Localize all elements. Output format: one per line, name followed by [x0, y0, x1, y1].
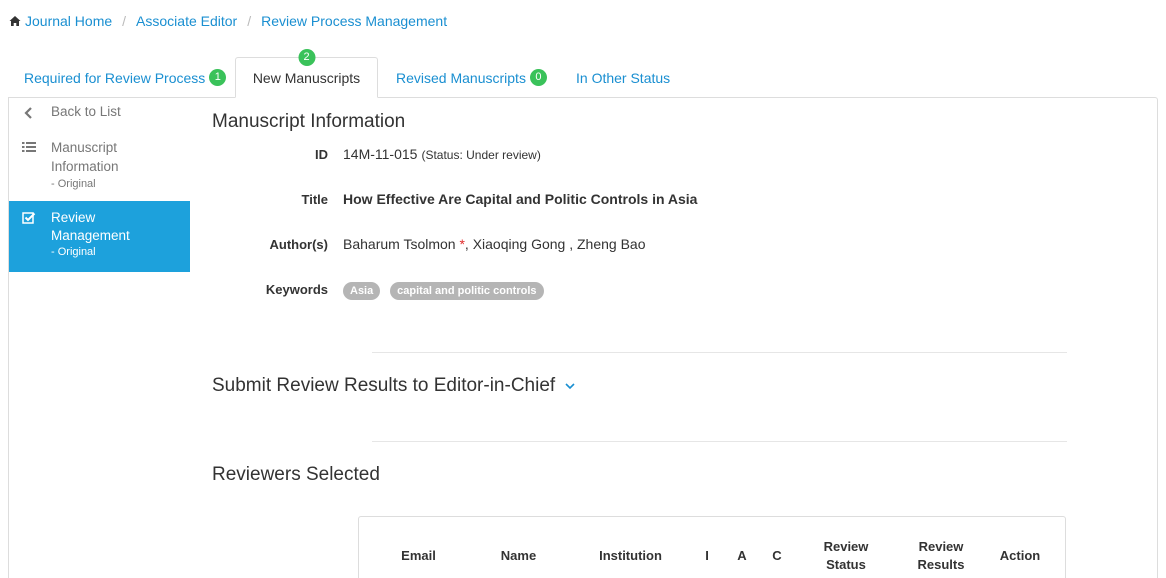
- breadcrumb-separator: /: [247, 13, 252, 29]
- count-badge: 2: [298, 49, 315, 66]
- divider: [372, 441, 1067, 442]
- checkbox-icon: [22, 212, 36, 224]
- sidebar-item-label: Review: [51, 210, 96, 225]
- breadcrumb-current[interactable]: Review Process Management: [261, 13, 447, 29]
- keyword-tag: Asia: [343, 282, 381, 300]
- keyword-tag: capital and politic controls: [390, 282, 544, 300]
- manuscript-tabs: Required for Review Process 1 2 New Manu…: [9, 49, 1158, 98]
- tab-label: In Other Status: [576, 69, 671, 86]
- keywords-list: Asia capital and politic controls: [343, 281, 550, 300]
- back-to-list-label: Back to List: [51, 104, 121, 119]
- count-badge: 1: [209, 69, 227, 86]
- reviewers-selected-heading: Reviewers Selected: [212, 464, 380, 485]
- manuscript-id: 14M-11-015: [343, 146, 418, 162]
- author-names: , Xiaoqing Gong , Zheng Bao: [464, 236, 646, 252]
- breadcrumb-home-link[interactable]: Journal Home: [25, 13, 112, 29]
- divider: [372, 352, 1067, 353]
- list-icon: [22, 142, 36, 152]
- manuscript-title-row: Title How Effective Are Capital and Poli…: [212, 191, 698, 207]
- breadcrumb-associate-editor-link[interactable]: Associate Editor: [136, 13, 237, 29]
- sidebar-item-label: Management: [51, 228, 130, 243]
- field-label: Keywords: [265, 282, 328, 297]
- author-name: Baharum Tsolmon: [343, 236, 456, 252]
- back-to-list-link[interactable]: Back to List: [9, 98, 190, 128]
- column-header-a[interactable]: A: [732, 537, 752, 575]
- tab-revised-manuscripts[interactable]: Revised Manuscripts 0: [396, 57, 547, 98]
- sidebar-item-version: - Original: [51, 178, 96, 190]
- sidebar: Back to List Manuscript Information - Or…: [9, 98, 190, 272]
- tab-required-for-review[interactable]: Required for Review Process 1: [24, 57, 227, 98]
- column-header-c[interactable]: C: [767, 537, 787, 575]
- count-badge: 0: [529, 69, 547, 86]
- sidebar-item-version: - Original: [51, 246, 96, 258]
- tab-label: Revised Manuscripts: [396, 69, 526, 86]
- submit-review-results-header[interactable]: Submit Review Results to Editor-in-Chief: [212, 375, 577, 397]
- column-header-name[interactable]: Name: [481, 537, 556, 575]
- column-header-review-status[interactable]: Review Status: [810, 537, 882, 575]
- chevron-down-icon[interactable]: [563, 379, 577, 393]
- column-header-email[interactable]: Email: [381, 537, 456, 575]
- tab-label: Required for Review Process: [24, 69, 206, 86]
- column-header-action[interactable]: Action: [991, 537, 1049, 575]
- tab-label: New Manuscripts: [252, 69, 361, 86]
- field-label: ID: [315, 147, 328, 162]
- reviewers-table: Email Name Institution I A C Review Stat…: [358, 516, 1066, 578]
- breadcrumb: Journal Home / Associate Editor / Review…: [9, 12, 447, 30]
- manuscript-status: (Status: Under review): [421, 148, 541, 162]
- sidebar-item-label: Manuscript: [51, 140, 118, 155]
- column-header-review-results[interactable]: Review Results: [905, 537, 977, 575]
- manuscript-keywords-row: Keywords Asia capital and politic contro…: [212, 281, 550, 300]
- manuscript-information-heading: Manuscript Information: [212, 111, 406, 132]
- breadcrumb-separator: /: [122, 13, 127, 29]
- column-header-institution[interactable]: Institution: [583, 537, 678, 575]
- submit-review-results-heading: Submit Review Results to Editor-in-Chief: [212, 375, 556, 396]
- manuscript-authors-row: Author(s) Baharum Tsolmon *, Xiaoqing Go…: [212, 236, 646, 252]
- column-header-i[interactable]: I: [697, 537, 717, 575]
- tab-in-other-status[interactable]: In Other Status: [576, 57, 670, 98]
- tab-new-manuscripts[interactable]: 2 New Manuscripts: [235, 49, 378, 98]
- chevron-left-icon: [24, 107, 32, 119]
- manuscript-authors: Baharum Tsolmon *, Xiaoqing Gong , Zheng…: [343, 236, 646, 252]
- sidebar-item-label: Information: [51, 159, 119, 174]
- field-label: Title: [301, 192, 329, 207]
- manuscript-id-row: ID 14M-11-015 (Status: Under review): [212, 146, 541, 162]
- sidebar-item-review-management[interactable]: Review Management - Original: [9, 201, 190, 272]
- manuscript-title: How Effective Are Capital and Politic Co…: [343, 191, 698, 207]
- table-header-row: Email Name Institution I A C Review Stat…: [359, 537, 1065, 575]
- home-icon: [9, 16, 21, 26]
- content-panel: Back to List Manuscript Information - Or…: [8, 97, 1158, 578]
- manuscript-id-value: 14M-11-015 (Status: Under review): [343, 146, 541, 162]
- field-label: Author(s): [269, 237, 329, 252]
